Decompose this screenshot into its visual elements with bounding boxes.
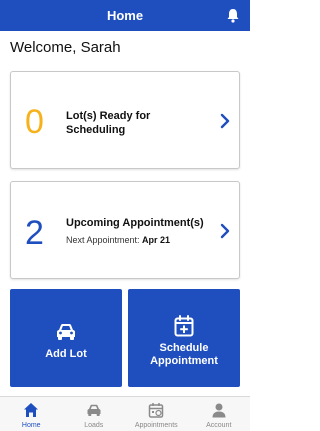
- chevron-right-icon: [220, 223, 230, 239]
- calendar-add-icon: [174, 315, 194, 337]
- page-title: Home: [106, 8, 144, 23]
- appointments-label: Upcoming Appointment(s): [66, 217, 204, 229]
- appointments-count: 2: [25, 214, 44, 252]
- upcoming-appointments-card[interactable]: 2 Upcoming Appointment(s) Next Appointme…: [10, 181, 240, 279]
- car-icon: [87, 404, 101, 416]
- tab-loads[interactable]: Loads: [63, 397, 126, 431]
- home-icon: [24, 403, 39, 417]
- next-appointment-date: Apr 21: [142, 235, 171, 245]
- top-bar: Home: [0, 0, 250, 31]
- lots-ready-label: Lot(s) Ready for Scheduling: [66, 110, 151, 136]
- user-icon: [212, 403, 226, 418]
- add-lot-label: Add Lot: [45, 348, 87, 360]
- bell-icon[interactable]: [226, 8, 240, 23]
- schedule-appointment-button[interactable]: Schedule Appointment: [128, 289, 240, 387]
- calendar-icon: [149, 403, 164, 418]
- welcome-text: Welcome, Sarah: [10, 39, 121, 56]
- tab-loads-label: Loads: [84, 422, 104, 429]
- add-lot-button[interactable]: Add Lot: [10, 289, 122, 387]
- tab-home[interactable]: Home: [0, 397, 63, 431]
- lots-ready-card[interactable]: 0 Lot(s) Ready for Scheduling: [10, 71, 240, 169]
- tab-account[interactable]: Account: [188, 397, 251, 431]
- tab-account-label: Account: [206, 422, 232, 429]
- tab-appointments-label: Appointments: [134, 422, 178, 429]
- schedule-appointment-label: Schedule Appointment: [150, 342, 218, 367]
- lots-ready-count: 0: [25, 103, 44, 141]
- tab-bar: Home Loads Appointments Account: [0, 396, 250, 431]
- tab-appointments[interactable]: Appointments: [125, 397, 188, 431]
- car-icon: [57, 324, 75, 340]
- next-appointment-prefix: Next Appointment:: [66, 235, 143, 245]
- next-appointment: Next Appointment: Apr 21: [66, 235, 170, 245]
- chevron-right-icon: [220, 113, 230, 129]
- tab-home-label: Home: [21, 422, 41, 429]
